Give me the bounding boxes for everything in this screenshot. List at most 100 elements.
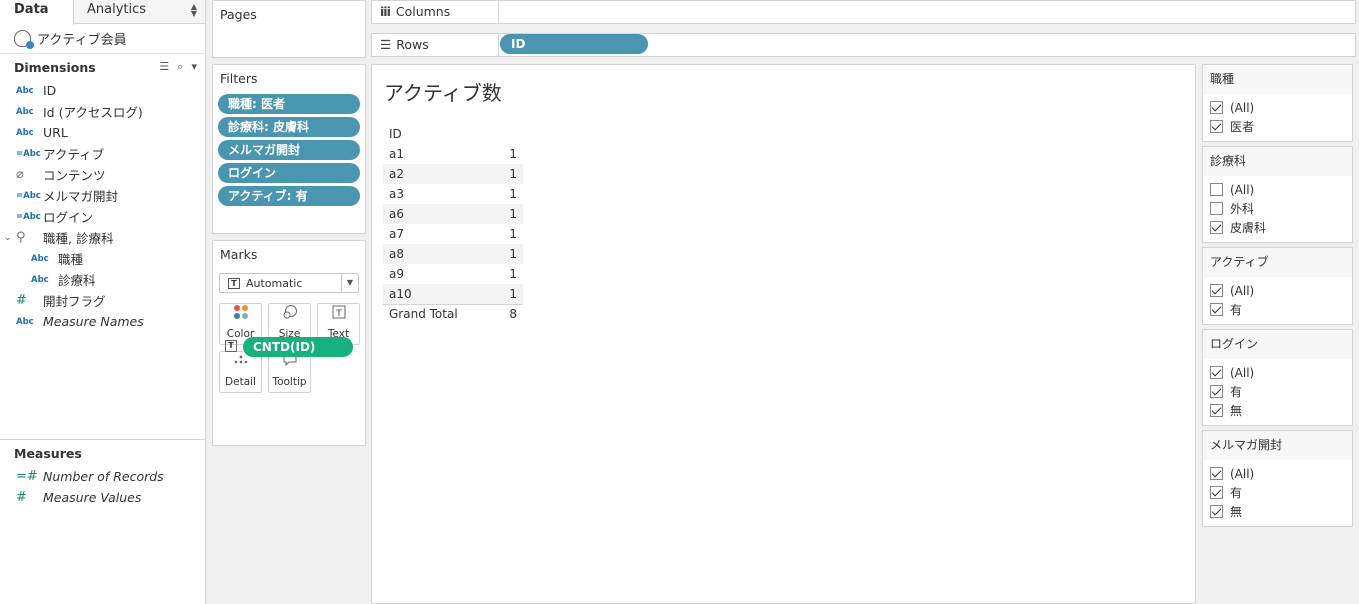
table-row[interactable]: a9 1: [383, 264, 523, 284]
chevron-down-icon[interactable]: ▾: [191, 60, 197, 74]
pages-title: Pages: [220, 7, 257, 22]
checkbox[interactable]: [1210, 505, 1223, 518]
cntd-id-pill[interactable]: CNTD(ID): [243, 337, 353, 357]
checkbox[interactable]: [1210, 366, 1223, 379]
columns-shelf-label: iii Columns: [372, 1, 499, 23]
field-label: メルマガ開封: [43, 189, 119, 204]
field-label: コンテンツ: [43, 168, 106, 183]
quick-filter-card: ログイン (All) 有無: [1202, 329, 1353, 426]
columns-shelf[interactable]: iii Columns: [371, 0, 1356, 24]
search-icon[interactable]: ⌕: [177, 60, 183, 74]
row-value: 1: [495, 244, 523, 264]
checkbox[interactable]: [1210, 385, 1223, 398]
filter-option[interactable]: 医者: [1203, 117, 1352, 136]
filters-card: Filters 職種: 医者 診療科: 皮膚科 メルマガ開封 ログイン アクティブ: 有: [212, 64, 366, 234]
checkbox[interactable]: [1210, 486, 1223, 499]
checkbox[interactable]: [1210, 120, 1223, 133]
table-row[interactable]: a8 1: [383, 244, 523, 264]
datasource-item[interactable]: アクティブ会員: [0, 24, 205, 54]
dimension-field[interactable]: =Abc ログイン: [0, 206, 205, 227]
filter-option[interactable]: 有: [1203, 483, 1352, 502]
filter-pill[interactable]: アクティブ: 有: [218, 186, 360, 206]
filter-option[interactable]: 有: [1203, 300, 1352, 319]
pages-card[interactable]: Pages: [212, 0, 366, 58]
row-value: 1: [495, 284, 523, 304]
checkbox[interactable]: [1210, 101, 1223, 114]
tab-data[interactable]: Data: [0, 0, 74, 25]
filter-option-label: 有: [1230, 385, 1243, 399]
rows-shelf[interactable]: ☰ Rows ID: [371, 33, 1356, 57]
view-list-icon[interactable]: ☰: [159, 60, 169, 74]
checkbox[interactable]: [1210, 303, 1223, 316]
quick-filter-card: メルマガ開封 (All) 有無: [1202, 430, 1353, 527]
dimension-field[interactable]: Abc Id (アクセスログ): [0, 101, 205, 122]
table-row[interactable]: a3 1: [383, 184, 523, 204]
filter-option[interactable]: (All): [1203, 180, 1352, 199]
abc-icon: Abc: [16, 85, 34, 96]
checkbox[interactable]: [1210, 221, 1223, 234]
filter-option[interactable]: 皮膚科: [1203, 218, 1352, 237]
grand-total-row[interactable]: Grand Total 8: [383, 303, 523, 324]
field-label: Measure Values: [43, 490, 142, 505]
table-row[interactable]: a10 1: [383, 284, 523, 304]
dimension-field[interactable]: Abc 職種: [0, 248, 205, 269]
filter-pill[interactable]: 職種: 医者: [218, 94, 360, 114]
rows-label: Rows: [396, 37, 429, 52]
detail-button[interactable]: Detail: [219, 351, 262, 393]
filter-option-label: 無: [1230, 404, 1243, 418]
checkbox[interactable]: [1210, 183, 1223, 196]
measure-field[interactable]: # Measure Values: [0, 487, 205, 508]
filter-option[interactable]: (All): [1203, 363, 1352, 382]
dimension-field[interactable]: =Abc アクティブ: [0, 143, 205, 164]
table-row[interactable]: a7 1: [383, 224, 523, 244]
chevron-down-icon[interactable]: ⌄: [4, 233, 12, 243]
rows-id-pill[interactable]: ID: [500, 34, 648, 54]
mark-type-select[interactable]: T Automatic ▼: [219, 273, 359, 293]
filter-option[interactable]: (All): [1203, 281, 1352, 300]
color-icon: [220, 304, 261, 328]
checkbox[interactable]: [1210, 202, 1223, 215]
dimension-field[interactable]: =Abc メルマガ開封: [0, 185, 205, 206]
filter-option[interactable]: 無: [1203, 502, 1352, 521]
filter-option[interactable]: (All): [1203, 98, 1352, 117]
dimension-field[interactable]: ⌄ ⚲ 職種, 診療科: [0, 227, 205, 248]
filter-pill[interactable]: ログイン: [218, 163, 360, 183]
checkbox[interactable]: [1210, 467, 1223, 480]
dimension-field[interactable]: # 開封フラグ: [0, 290, 205, 311]
tooltip-button[interactable]: Tooltip: [268, 351, 311, 393]
dimension-field[interactable]: ⌀ コンテンツ: [0, 164, 205, 185]
filter-pill[interactable]: メルマガ開封: [218, 140, 360, 160]
table-row[interactable]: a1 1: [383, 144, 523, 164]
columns-icon: iii: [380, 4, 391, 19]
dimension-field[interactable]: Abc Measure Names: [0, 311, 205, 332]
size-icon: [269, 304, 310, 328]
measure-field[interactable]: =# Number of Records: [0, 466, 205, 487]
quick-filter-title: 職種: [1203, 65, 1352, 94]
filter-option[interactable]: 外科: [1203, 199, 1352, 218]
tooltip-label: Tooltip: [272, 376, 307, 388]
number-icon: #: [16, 490, 27, 505]
row-id: a2: [383, 164, 496, 184]
svg-text:T: T: [335, 309, 342, 319]
checkbox[interactable]: [1210, 404, 1223, 417]
abc-icon: Abc: [16, 106, 34, 117]
filter-cards-pane: 職種 (All) 医者 診療科 (All) 外科 皮膚科 アクティブ (All) 有ログイン (Al…: [1196, 64, 1359, 604]
filter-option[interactable]: 無: [1203, 401, 1352, 420]
mark-type-value: Automatic: [246, 276, 303, 290]
field-label: 職種: [58, 252, 84, 267]
abc-icon: Abc: [31, 253, 49, 264]
filter-option[interactable]: (All): [1203, 464, 1352, 483]
checkbox[interactable]: [1210, 284, 1223, 297]
filter-option-label: 有: [1230, 486, 1243, 500]
view-title: アクティブ数: [384, 81, 502, 105]
dimension-field[interactable]: Abc URL: [0, 122, 205, 143]
tab-analytics[interactable]: Analytics ▲ ▼: [74, 0, 205, 24]
filter-pill[interactable]: 診療科: 皮膚科: [218, 117, 360, 137]
dimensions-label: Dimensions: [14, 59, 96, 75]
dimension-field[interactable]: Abc 診療科: [0, 269, 205, 290]
table-row[interactable]: a6 1: [383, 204, 523, 224]
filter-option[interactable]: 有: [1203, 382, 1352, 401]
abc-icon: Abc: [16, 316, 34, 327]
dimension-field[interactable]: Abc ID: [0, 80, 205, 101]
table-row[interactable]: a2 1: [383, 164, 523, 184]
